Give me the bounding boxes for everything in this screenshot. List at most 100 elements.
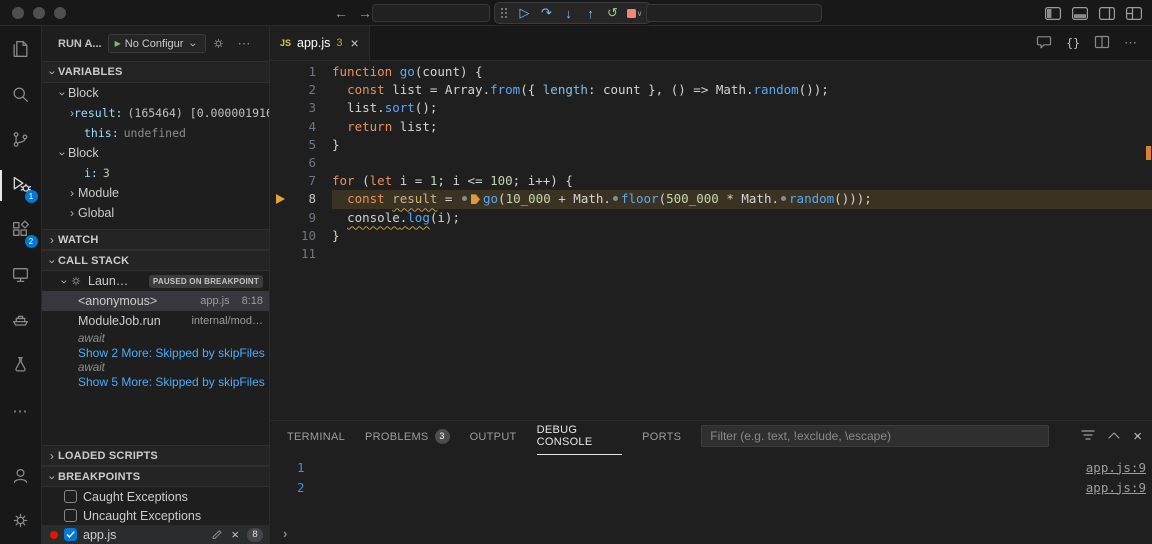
zoom-window-button[interactable]	[54, 7, 66, 19]
sidebar-item-containers[interactable]	[0, 298, 42, 343]
more-views-button[interactable]: ⋯	[0, 388, 42, 433]
accounts-button[interactable]	[0, 454, 42, 499]
views-more-actions-icon[interactable]: ⋯	[237, 36, 251, 52]
command-center-box-left[interactable]	[372, 4, 490, 22]
sidebar-item-run-and-debug[interactable]: 1	[0, 163, 42, 208]
breakpoints-section-header[interactable]: › BREAKPOINTS	[42, 466, 269, 487]
call-stack-section-header[interactable]: › CALL STACK	[42, 250, 269, 271]
sidebar-item-explorer[interactable]	[0, 28, 42, 73]
panel-tab-ports[interactable]: PORTS	[642, 421, 681, 451]
close-window-button[interactable]	[12, 7, 24, 19]
panel-tab-problems[interactable]: PROBLEMS3	[365, 421, 450, 451]
inline-breakpoint-icon[interactable]	[471, 194, 480, 204]
variable-row[interactable]: ›result:(165464) [0.0000019162…	[42, 103, 269, 123]
sidebar-item-remote-explorer[interactable]	[0, 253, 42, 298]
close-panel-icon[interactable]: ×	[1133, 429, 1142, 444]
sidebar-item-search[interactable]	[0, 73, 42, 118]
loaded-scripts-section-header[interactable]: › LOADED SCRIPTS	[42, 445, 269, 466]
variable-row[interactable]: this:undefined	[42, 123, 269, 143]
variables-scope-row[interactable]: ›Block	[42, 83, 269, 103]
close-tab-icon[interactable]: ×	[351, 35, 359, 51]
call-stack-session-row[interactable]: ›Laun…PAUSED ON BREAKPOINT	[42, 271, 269, 291]
step-into-icon[interactable]: ↓	[559, 4, 578, 23]
sidebar-item-testing[interactable]	[0, 343, 42, 388]
settings-button[interactable]	[0, 499, 42, 544]
chevron-down-icon: ›	[46, 471, 60, 483]
code-line[interactable]: 1function go(count) {	[270, 63, 1152, 81]
launch-configuration-dropdown[interactable]: ▶ No Configur ›	[108, 34, 207, 53]
drag-handle-icon[interactable]	[501, 8, 508, 19]
start-debugging-icon[interactable]: ▶	[115, 39, 121, 48]
forward-icon[interactable]: →	[358, 5, 372, 21]
code-line[interactable]: 7for (let i = 1; i <= 100; i++) {	[270, 172, 1152, 190]
chevron-right-icon[interactable]: ›	[66, 186, 78, 200]
inline-breakpoint-candidate-icon[interactable]	[613, 196, 618, 201]
checkbox[interactable]	[64, 528, 77, 541]
checkbox[interactable]	[64, 490, 77, 503]
source-location-link[interactable]: app.js:9	[1086, 460, 1146, 475]
restart-icon[interactable]: ↺	[603, 4, 622, 23]
console-prompt-icon[interactable]: ›	[283, 526, 287, 541]
exception-option-row[interactable]: Uncaught Exceptions	[42, 506, 269, 525]
console-output-row[interactable]: 2app.js:9	[270, 477, 1152, 497]
stop-icon[interactable]: ∨	[625, 4, 644, 23]
code-line[interactable]: 3 list.sort();	[270, 99, 1152, 117]
variables-scope-row[interactable]: ›Global	[42, 203, 269, 223]
split-editor-icon[interactable]	[1094, 34, 1110, 53]
more-actions-icon[interactable]: ⋯	[1124, 35, 1138, 51]
panel-tab-terminal[interactable]: TERMINAL	[287, 421, 345, 451]
inline-breakpoint-candidate-icon[interactable]	[781, 196, 786, 201]
debug-console-filter-input[interactable]	[701, 425, 1049, 447]
panel-tab-debug-console[interactable]: DEBUG CONSOLE	[537, 421, 622, 451]
maximize-panel-icon[interactable]	[1107, 429, 1121, 443]
stack-frame-row[interactable]: ModuleJob.runinternal/mod…	[42, 311, 269, 331]
variables-scope-row[interactable]: ›Module	[42, 183, 269, 203]
customize-layout-icon[interactable]	[1126, 7, 1142, 20]
code-line[interactable]: 10}	[270, 227, 1152, 245]
comment-icon[interactable]	[1036, 34, 1052, 53]
breakpoint-row[interactable]: app.js×8	[42, 525, 269, 544]
code-line[interactable]: 5}	[270, 136, 1152, 154]
console-output-row[interactable]: 1app.js:9	[270, 457, 1152, 477]
sidebar-item-extensions[interactable]: 2	[0, 208, 42, 253]
continue-icon[interactable]: ▷	[515, 4, 534, 23]
chevron-down-icon[interactable]: ›	[56, 148, 70, 160]
filter-icon[interactable]	[1081, 429, 1095, 444]
code-line[interactable]: 11	[270, 245, 1152, 263]
code-line[interactable]: 6	[270, 154, 1152, 172]
chevron-down-icon[interactable]: ›	[58, 276, 72, 288]
toggle-secondary-sidebar-icon[interactable]	[1099, 7, 1115, 20]
edit-breakpoint-icon[interactable]	[211, 527, 223, 542]
variable-row[interactable]: i:3	[42, 163, 269, 183]
code-line[interactable]: 8 const result = go(10_000 + Math.floor(…	[270, 190, 1152, 208]
variables-section-header[interactable]: › VARIABLES	[42, 61, 269, 83]
stack-frame-row[interactable]: <anonymous>app.js8:18	[42, 291, 269, 311]
back-icon[interactable]: ←	[334, 5, 348, 21]
source-location-link[interactable]: app.js:9	[1086, 480, 1146, 495]
code-line[interactable]: 9 console.log(i);	[270, 209, 1152, 227]
chevron-right-icon[interactable]: ›	[66, 206, 78, 220]
variables-scope-row[interactable]: ›Block	[42, 143, 269, 163]
checkbox[interactable]	[64, 509, 77, 522]
inline-breakpoint-candidate-icon[interactable]	[462, 196, 467, 201]
sidebar-item-source-control[interactable]	[0, 118, 42, 163]
step-over-icon[interactable]: ↷	[537, 4, 556, 23]
command-center-box-right[interactable]	[646, 4, 822, 22]
minimize-window-button[interactable]	[33, 7, 45, 19]
code-line[interactable]: 4 return list;	[270, 118, 1152, 136]
remove-breakpoint-icon[interactable]: ×	[231, 528, 239, 541]
chevron-down-icon[interactable]: ›	[56, 88, 70, 100]
toggle-panel-icon[interactable]	[1072, 7, 1088, 20]
tab-app-js[interactable]: JS app.js 3 ×	[270, 26, 370, 60]
step-out-icon[interactable]: ↑	[581, 4, 600, 23]
code-editor[interactable]: 1function go(count) {2 const list = Arra…	[270, 61, 1152, 420]
toggle-primary-sidebar-icon[interactable]	[1045, 7, 1061, 20]
braces-icon[interactable]: {}	[1066, 36, 1080, 50]
exception-option-row[interactable]: Caught Exceptions	[42, 487, 269, 506]
watch-section-header[interactable]: › WATCH	[42, 229, 269, 250]
show-skipped-frames-link[interactable]: Show 5 More: Skipped by skipFiles	[42, 375, 269, 389]
panel-tab-output[interactable]: OUTPUT	[470, 421, 517, 451]
show-skipped-frames-link[interactable]: Show 2 More: Skipped by skipFiles	[42, 346, 269, 360]
code-line[interactable]: 2 const list = Array.from({ length: coun…	[270, 81, 1152, 99]
configure-gear-icon[interactable]	[212, 37, 225, 50]
